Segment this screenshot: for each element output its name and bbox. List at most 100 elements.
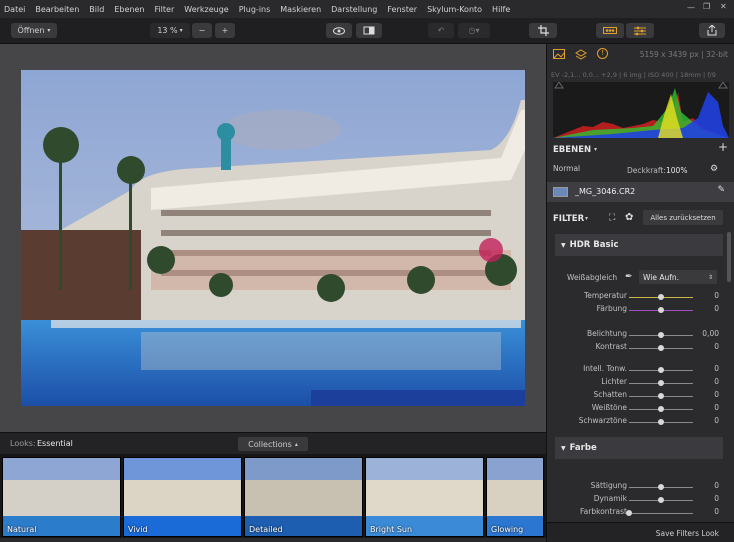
menu-werkzeuge[interactable]: Werkzeuge [184,5,228,14]
slider-knob[interactable] [658,484,664,490]
slider-value[interactable]: 0 [714,507,719,516]
menu-filter[interactable]: Filter [154,5,174,14]
slider-value[interactable]: 0 [714,304,719,313]
slider-label: Temperatur [583,291,627,300]
slider-knob[interactable] [658,419,664,425]
open-button[interactable]: Öffnen ▾ [11,23,57,38]
caret-down-icon: ▼ [561,444,566,452]
menu-darstellung[interactable]: Darstellung [331,5,377,14]
looks-category[interactable]: Essential [37,439,73,448]
close-icon[interactable]: ✕ [720,2,727,11]
slider-value[interactable]: 0 [714,494,719,503]
panel-footer: Save Filters Look [547,522,734,542]
slider-label: Weißtöne [591,403,627,412]
clock-icon: ◷▾ [468,26,480,35]
info-icon[interactable]: ! [597,48,608,59]
photo-preview[interactable] [21,70,525,406]
look-thumb-bright-sun[interactable]: Bright Sun [365,457,484,537]
slider-row: Sättigung 0 [553,481,719,493]
slider-value[interactable]: 0 [714,481,719,490]
slider-track[interactable] [629,513,693,514]
menu-plugins[interactable]: Plug-ins [239,5,271,14]
collections-button[interactable]: Collections ▴ [238,437,308,451]
hdr-basic-header[interactable]: ▼ HDR Basic [555,234,723,256]
slider-value[interactable]: 0 [714,364,719,373]
look-thumb-detailed[interactable]: Detailed [244,457,363,537]
slider-row: Belichtung 0,00 [553,329,719,341]
layers-title[interactable]: EBENEN [553,145,591,155]
look-thumb-glowing[interactable]: Glowing [486,457,544,537]
slider-knob[interactable] [658,307,664,313]
menu-bearbeiten[interactable]: Bearbeiten [35,5,79,14]
slider-value[interactable]: 0 [714,342,719,351]
slider-value[interactable]: 0 [714,291,719,300]
slider-knob[interactable] [658,332,664,338]
look-thumb-natural[interactable]: Natural [2,457,121,537]
brush-icon[interactable]: ✎ [717,185,725,195]
wb-select[interactable]: Wie Aufn. ⇕ [639,270,717,284]
restore-icon[interactable]: ❐ [703,2,710,11]
slider-knob[interactable] [658,380,664,386]
farbe-header[interactable]: ▼ Farbe [555,437,723,459]
image-icon[interactable] [553,49,565,61]
slider-knob[interactable] [658,393,664,399]
filmstrip-scrollbar[interactable] [0,538,546,542]
slider-value[interactable]: 0,00 [702,329,719,338]
menu-fenster[interactable]: Fenster [387,5,417,14]
history-button[interactable]: ◷▾ [458,23,490,38]
slider-knob[interactable] [626,510,632,516]
slider-knob[interactable] [658,497,664,503]
eyedropper-icon[interactable]: ✒ [625,272,633,282]
zoom-in-button[interactable]: + [215,23,235,38]
undo-button[interactable]: ↶ [428,23,454,38]
mask-icon[interactable]: ⛶ [609,213,615,223]
adjust-button[interactable] [626,23,654,38]
right-panel: ! 5159 x 3439 px | 32-bit EV -2,1... 0,0… [546,44,734,542]
presets-icon[interactable]: ✿ [625,212,633,223]
layers-icon[interactable] [575,49,587,62]
hotel-photo-image [21,70,525,406]
slider-label: Sättigung [590,481,627,490]
zoom-out-button[interactable]: − [192,23,212,38]
menu-ebenen[interactable]: Ebenen [114,5,144,14]
save-filters-look-button[interactable]: Save Filters Look [656,529,719,538]
compare-button[interactable] [356,23,382,38]
menu-bild[interactable]: Bild [89,5,104,14]
slider-value[interactable]: 0 [714,390,719,399]
export-button[interactable] [699,23,725,38]
slider-value[interactable]: 0 [714,377,719,386]
slider-knob[interactable] [658,406,664,412]
gear-icon[interactable]: ⚙ [710,164,718,174]
slider-label: Dynamik [593,494,627,503]
opacity-label: Deckkraft: [627,166,666,175]
layer-row[interactable]: _MG_3046.CR2 ✎ [547,182,734,202]
look-thumb-vivid[interactable]: Vivid [123,457,242,537]
slider-value[interactable]: 0 [714,416,719,425]
zoom-value: 13 % [157,26,178,35]
menu-hilfe[interactable]: Hilfe [492,5,510,14]
zoom-select[interactable]: 13 % ▾ [150,23,190,38]
look-label: Natural [7,525,37,534]
toolbar: Öffnen ▾ 13 % ▾ − + ↶ ◷▾ [0,18,734,44]
slider-label: Schwarztöne [578,416,627,425]
menu-datei[interactable]: Datei [4,5,25,14]
menu-skylum-konto[interactable]: Skylum-Konto [427,5,482,14]
menu-maskieren[interactable]: Maskieren [280,5,321,14]
caret-down-icon: ▼ [561,241,566,249]
reset-all-button[interactable]: Alles zurücksetzen [643,210,723,225]
opacity-value[interactable]: 100% [666,166,687,175]
layers-view-button[interactable] [596,23,624,38]
minimize-icon[interactable]: — [687,3,695,12]
blend-mode-select[interactable]: Normal [553,164,580,173]
slider-knob[interactable] [658,367,664,373]
slider-row: Kontrast 0 [553,342,719,354]
crop-button[interactable] [529,23,557,38]
panel-scrollbar[interactable] [727,232,731,282]
slider-knob[interactable] [658,345,664,351]
preview-button[interactable] [326,23,352,38]
crop-icon [537,25,549,36]
slider-value[interactable]: 0 [714,403,719,412]
slider-knob[interactable] [658,294,664,300]
add-layer-icon[interactable]: + [718,140,728,154]
filter-title[interactable]: FILTER [553,214,584,224]
